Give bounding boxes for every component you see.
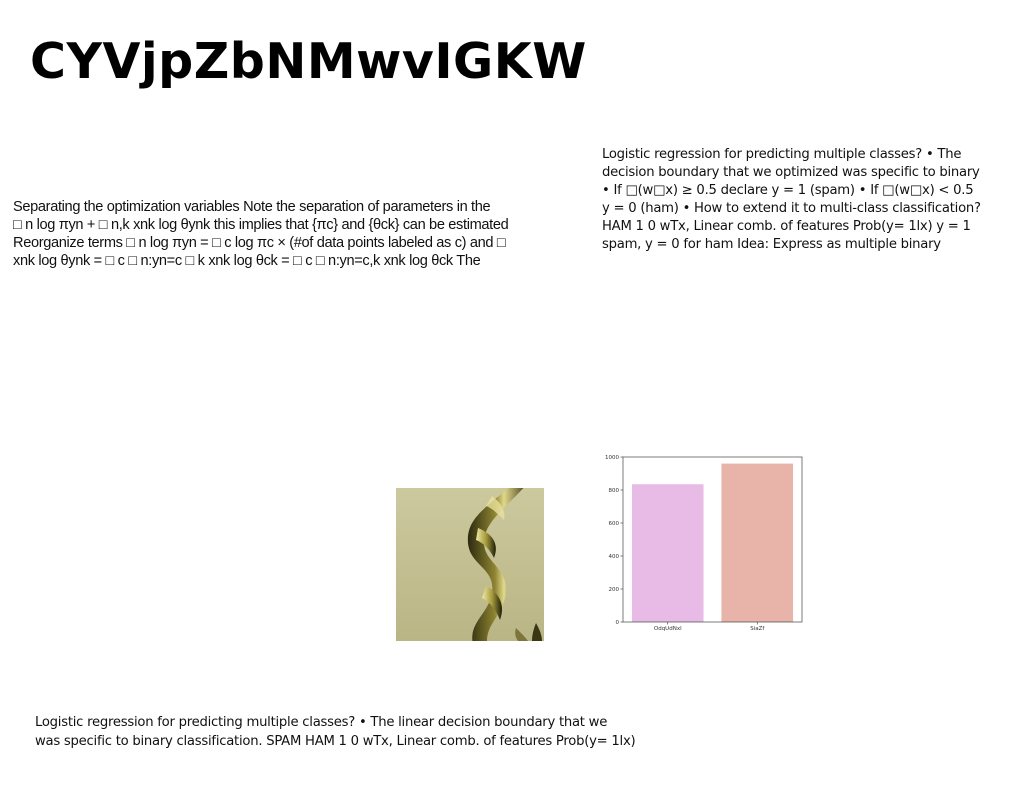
y-tick-label: 600 bbox=[609, 521, 620, 527]
y-tick-label: 0 bbox=[616, 620, 620, 626]
bar-0 bbox=[631, 484, 704, 622]
y-tick-label: 400 bbox=[609, 554, 620, 560]
twisted-gold-ribbon-photo bbox=[396, 488, 544, 641]
bar-chart-svg: OdqUdNxl SiaZf 0 200 400 600 800 1000 bbox=[605, 455, 803, 632]
bar-1 bbox=[721, 463, 794, 622]
twisted-ribbon-image bbox=[396, 488, 544, 641]
text-block-bottom: Logistic regression for predicting multi… bbox=[35, 715, 636, 749]
y-tick-label: 800 bbox=[609, 488, 620, 494]
text-block-right: Logistic regression for predicting multi… bbox=[602, 147, 981, 252]
y-tick-label: 1000 bbox=[605, 455, 619, 461]
y-tick-label: 200 bbox=[609, 587, 620, 593]
page-title: CYVjpZbNMwvIGKW bbox=[30, 33, 587, 90]
x-tick-label: SiaZf bbox=[750, 626, 765, 632]
x-tick-label: OdqUdNxl bbox=[654, 626, 682, 632]
text-block-left: Separating the optimization variables No… bbox=[13, 199, 509, 269]
bar-chart: OdqUdNxl SiaZf 0 200 400 600 800 1000 bbox=[598, 450, 812, 640]
